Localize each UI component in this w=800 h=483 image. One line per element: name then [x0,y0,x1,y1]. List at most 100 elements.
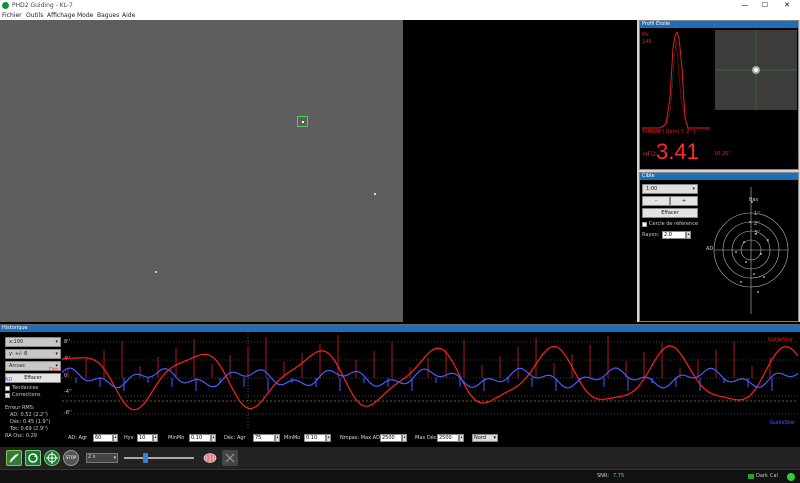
stop-icon[interactable]: STOP [63,450,79,466]
max-dec-label: Max Déc [415,435,437,441]
x-scale-select[interactable]: x:100 ▾ [5,337,61,347]
max-ra-spinner[interactable]: ▴ [402,434,407,442]
snr-value: 7.75 [613,473,625,479]
status-bar: SNR: 7.75 Dark Cal [0,469,800,483]
maximize-button[interactable]: ☐ [758,1,772,10]
title-bar: PHD2 Guiding - KL-7 — ☐ ✕ [0,0,800,11]
max-ra-label: Nmpas: Max AD [340,435,380,441]
zoom-out-button[interactable]: - [642,196,670,206]
panel-header: Historique [0,325,800,332]
trends-checkbox[interactable] [5,386,10,391]
ring-label-1: 1'' [754,211,760,217]
menu-bar: Fichier Outils Affichage Mode Bagues Aid… [0,11,800,20]
dec-aggr-spinner[interactable]: ▴ [275,434,280,442]
target-panel: Cible 1:00 ▾ - + Effacer Cercle de référe… [639,172,799,322]
camera-image[interactable] [0,20,403,322]
star-profile-panel: Profil Étoile Pic 146 Intégré | Demi Y: … [639,20,799,170]
rms-tot: Tot: 0.69 (2.9'') [10,426,48,432]
menu-aide[interactable]: Aide [122,12,135,19]
menu-fichier[interactable]: Fichier [2,12,22,19]
ring-label-3: 3'' [754,230,760,236]
dec-minmo-spinner[interactable]: ▴ [326,434,331,442]
peak-value: 146 [642,39,652,45]
ra-aggr-label: AD: Agr [68,435,88,441]
loop-icon[interactable] [25,450,41,466]
menu-outils[interactable]: Outils [26,12,43,19]
max-dec-spinner[interactable]: ▴ [459,434,464,442]
brain-icon[interactable] [202,450,218,466]
ra-legend: AD [5,377,13,383]
dec-minmo-input[interactable]: 0.10 [304,434,326,442]
reference-circle-label: Cercle de référence [649,221,699,227]
dec-legend: Déc [49,367,59,373]
y-scale-select[interactable]: y: +/- 8 ▾ [5,349,61,359]
guide-crosshair-icon[interactable] [44,450,60,466]
hys-input[interactable]: 10 [137,434,153,442]
radius-input[interactable]: 2.0 [662,231,686,239]
zoom-in-button[interactable]: + [670,196,698,206]
ra-oscillation: RA Osc: 0.29 [5,433,37,439]
dark-indicator-icon [748,474,754,479]
hfd-arcsec: 16.20'' [714,151,732,157]
ring-label-2: 2'' [754,221,760,227]
ring-label-bas: Bas [749,197,759,203]
radius-spinner[interactable]: ▴ [686,231,691,239]
star [374,193,376,195]
chevron-down-icon: ▾ [113,455,116,461]
chevron-down-icon: ▾ [493,435,496,441]
toolbar: STOP 2 s ▾ [0,447,800,469]
corrections-label: Corrections [12,392,41,398]
cal-label: Cal [770,473,778,479]
minimize-button[interactable]: — [738,1,752,10]
menu-bagues[interactable]: Bagues [97,12,119,19]
close-button[interactable]: ✕ [780,1,794,10]
dec-aggr-input[interactable]: 75 [253,434,275,442]
gamma-slider-track[interactable] [124,457,194,459]
app-logo-icon [2,2,9,9]
dec-aggr-label: Déc: Agr [224,435,246,441]
target-clear-button[interactable]: Effacer [642,208,698,218]
guide-graph [62,334,798,430]
reference-circle-checkbox[interactable] [642,222,647,227]
hys-spinner[interactable]: ▴ [153,434,158,442]
hfd-value: 3.41 [656,139,699,164]
corrections-checkbox[interactable]: ✓ [5,393,10,398]
rms-ra: AD: 0.52 (2.2'') [10,412,48,418]
ring-label-ad: AD [706,246,714,252]
ra-aggr-input[interactable]: 60 [93,434,113,442]
guide-star [302,121,304,123]
camera-connect-icon[interactable] [6,450,22,466]
target-rings [713,187,789,314]
graph-clear-button[interactable]: Effacer [5,373,61,383]
target-zoom-select[interactable]: 1:00 ▾ [642,184,698,194]
panel-header: Profil Étoile [640,21,798,28]
window-title: PHD2 Guiding - KL-7 [12,2,73,9]
rms-dec: Déc: 0.45 (1.9'') [10,419,51,425]
dec-minmo-label: MinMo [284,435,301,441]
menu-affichage[interactable]: Affichage [47,12,75,19]
exposure-select[interactable]: 2 s ▾ [86,453,118,463]
panel-header: Cible [640,173,798,180]
ra-minmo-input[interactable]: 0.10 [189,434,211,442]
fwhm-caption: Intégré | Demi Y: 2'' | [643,129,696,135]
snr-label: SNR: [597,473,609,479]
radius-label: Rayon: [642,232,660,238]
image-blank-area [403,20,637,322]
chevron-down-icon: ▾ [55,339,58,345]
connection-status-icon [787,473,795,481]
chevron-down-icon: ▾ [692,186,695,192]
chevron-down-icon: ▾ [55,351,58,357]
ra-minmo-label: MinMo [168,435,185,441]
dark-label: Dark [756,473,768,479]
gamma-slider-handle[interactable] [143,453,148,463]
ra-minmo-spinner[interactable]: ▴ [211,434,216,442]
guide-history-panel: Historique x:100 ▾ y: +/- 8 ▾ Arcsec ▾ Effa… [0,324,800,447]
dec-mode-select[interactable]: Nord ▾ [472,434,498,442]
rms-title: Erreur RMS: [5,405,35,411]
max-dec-input[interactable]: 2500 [437,434,459,442]
peak-label: Pic [642,32,650,38]
cross-icon[interactable] [222,450,238,466]
menu-mode[interactable]: Mode [77,12,93,19]
max-ra-input[interactable]: 2500 [380,434,402,442]
ra-aggr-spinner[interactable]: ▴ [113,434,118,442]
